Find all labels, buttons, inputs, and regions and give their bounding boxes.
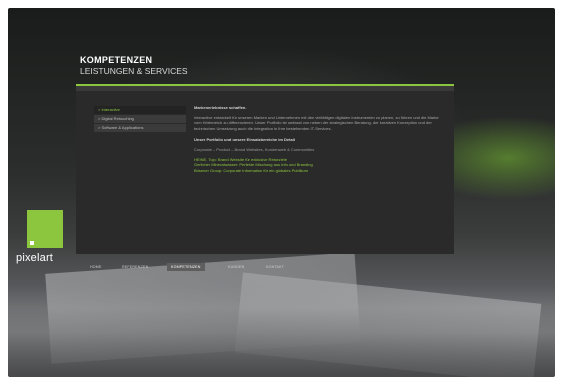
portfolio-line: Corporate – Product – Brand Websites, Ku… [194,147,315,153]
nav-item-kompetenzen[interactable]: KOMPETENZEN [167,263,205,271]
sub-navigation: > Interactive > Digital Retouching > Sof… [94,106,186,133]
panel-top-strip [76,86,454,91]
nav-item-kunden[interactable]: KUNDEN [224,263,248,271]
page-subtitle: LEISTUNGEN & SERVICES [80,66,188,76]
content-body: Interactive entwickelt für unseren Marke… [194,115,439,131]
portfolio-heading: Unser Portfolio und unsere Einsatzbereic… [194,136,295,142]
logo-dot [30,241,34,245]
subnav-item-software-applications[interactable]: > Software & Applications [94,124,186,132]
nav-item-kontakt[interactable]: KONTAKT [262,263,288,271]
nav-item-referenzen[interactable]: REFERENZEN [118,263,152,271]
logo-mark[interactable] [27,210,63,248]
content-panel: > Interactive > Digital Retouching > Sof… [76,84,454,254]
page-title: KOMPETENZEN [80,55,153,65]
content-heading: Markenerlebnisse schaffen. [194,105,247,110]
nav-item-home[interactable]: HOME [86,263,106,271]
subnav-item-digital-retouching[interactable]: > Digital Retouching [94,115,186,123]
logo-text[interactable]: pixelart [16,252,53,264]
content-text: Markenerlebnisse schaffen. Interactive e… [194,105,442,173]
reference-link[interactable]: Brisener Group: Corporate Information fü… [194,168,442,173]
page-header: KOMPETENZEN LEISTUNGEN & SERVICES [80,55,188,76]
subnav-item-interactive[interactable]: > Interactive [94,106,186,114]
page-background: KOMPETENZEN LEISTUNGEN & SERVICES > Inte… [8,8,555,377]
background-shade [8,308,555,377]
